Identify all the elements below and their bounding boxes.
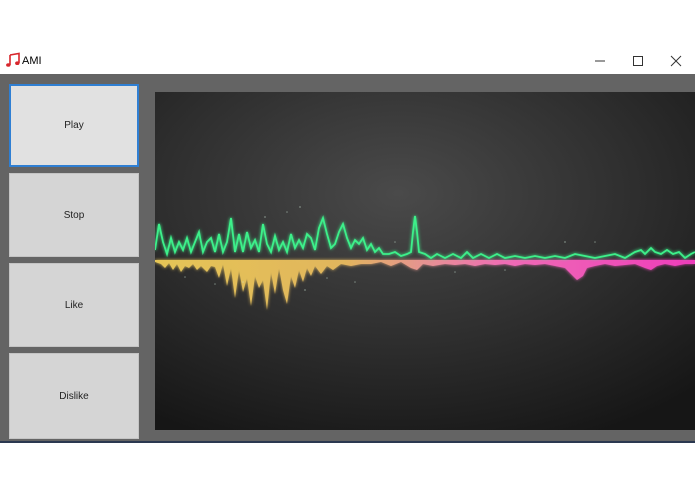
music-note-icon (6, 52, 20, 67)
dislike-button[interactable]: Dislike (9, 353, 139, 439)
title-bar: AMI (0, 48, 695, 74)
play-button[interactable]: Play (9, 84, 139, 167)
like-button[interactable]: Like (9, 263, 139, 347)
close-button[interactable] (658, 48, 694, 74)
minimize-button[interactable] (582, 48, 618, 74)
stop-button[interactable]: Stop (9, 173, 139, 257)
window-title: AMI (22, 55, 42, 67)
maximize-button[interactable] (620, 48, 656, 74)
audio-visualizer-image (155, 92, 695, 430)
minimize-icon (595, 60, 605, 62)
close-icon (670, 55, 682, 67)
maximize-icon (633, 56, 643, 66)
window-bottom-border (0, 441, 695, 443)
